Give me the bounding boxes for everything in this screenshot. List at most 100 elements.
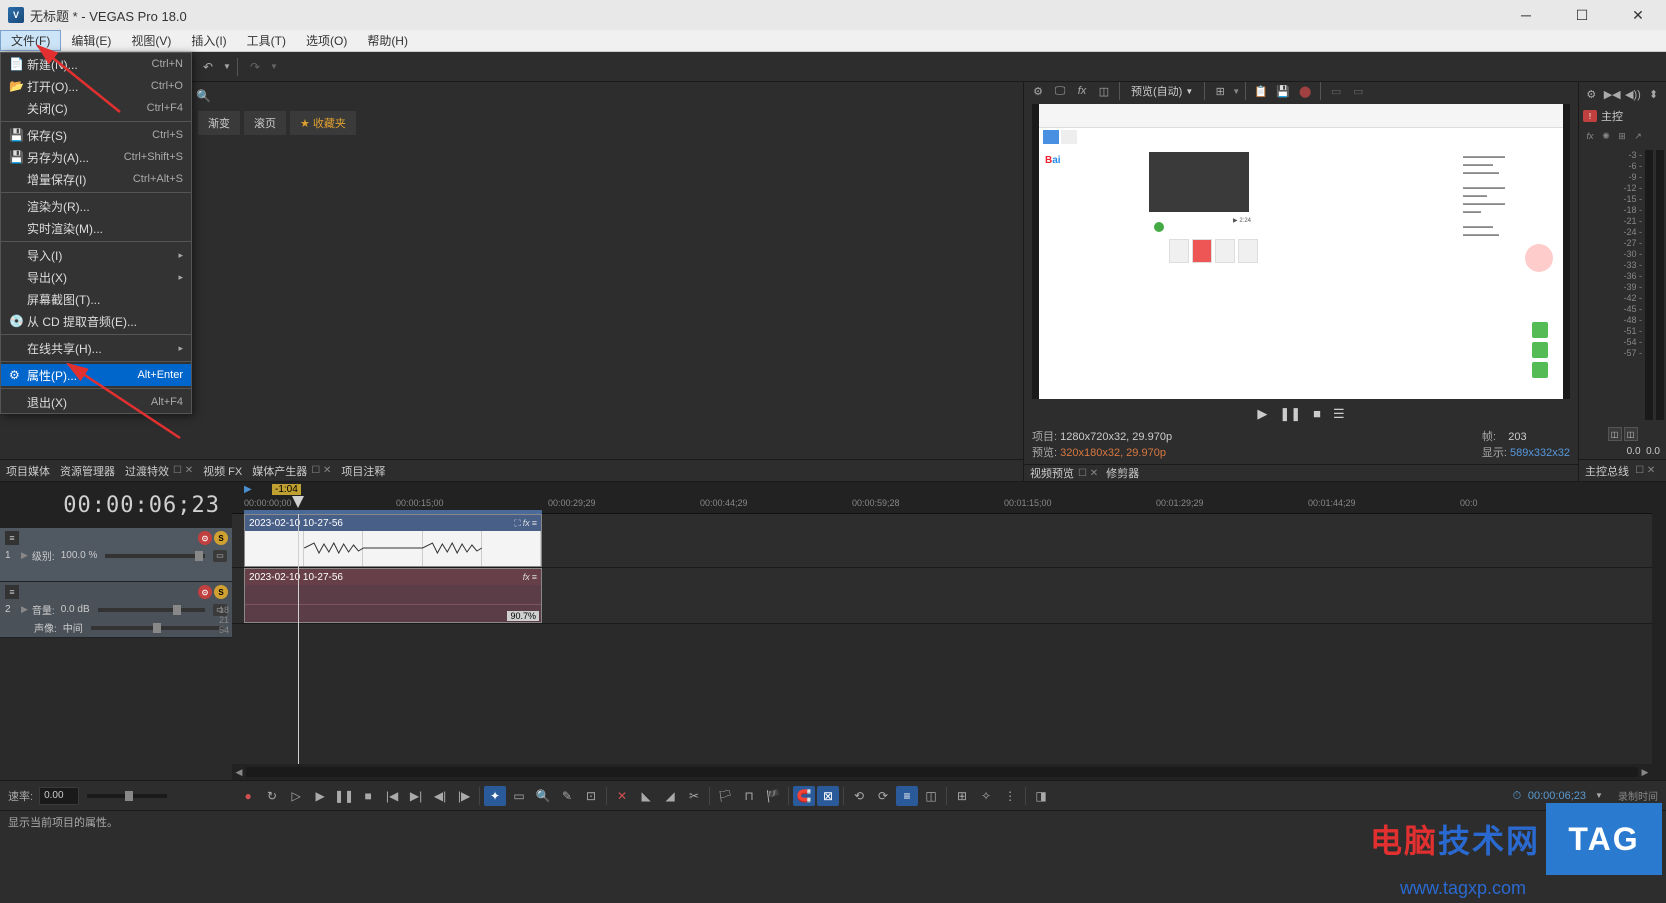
- marker-label[interactable]: -1:04: [272, 484, 301, 495]
- ungroup-button[interactable]: ✧: [975, 786, 997, 806]
- master-ch2[interactable]: ◫: [1624, 427, 1638, 441]
- menu-item-i[interactable]: 导入(I)▸: [1, 244, 191, 266]
- menu-file[interactable]: 文件(F): [0, 30, 61, 51]
- master-gear-icon[interactable]: ✺: [1599, 129, 1613, 143]
- menu-item-n[interactable]: 📄新建(N)...Ctrl+N: [1, 53, 191, 75]
- scroll-left-icon[interactable]: ◀: [232, 765, 246, 779]
- trim-end-button[interactable]: ◢: [659, 786, 681, 806]
- menu-insert[interactable]: 插入(I): [181, 30, 236, 51]
- trim-start-button[interactable]: ◣: [635, 786, 657, 806]
- track-solo-icon[interactable]: S: [214, 585, 228, 599]
- stop-button[interactable]: ■: [357, 786, 379, 806]
- video-track-header[interactable]: ⊙ S ≡ 1 ▶ 级别: 100.0 % ▭: [0, 528, 232, 582]
- video-clip[interactable]: 2023-02-10 10-27-56 ⛶ fx ≡: [244, 514, 542, 567]
- preview-stop-button[interactable]: ■: [1313, 406, 1321, 421]
- preview-pause-button[interactable]: ❚❚: [1279, 406, 1301, 422]
- tab-video-fx[interactable]: 视频 FX: [203, 463, 242, 479]
- close-icon[interactable]: ☐ ✕: [1635, 465, 1655, 476]
- play-start-button[interactable]: ▷: [285, 786, 307, 806]
- playhead-line[interactable]: [298, 514, 299, 764]
- record-button[interactable]: ●: [237, 786, 259, 806]
- preview-copy-icon[interactable]: 📋: [1251, 82, 1271, 100]
- preview-settings-icon[interactable]: ⚙: [1028, 82, 1048, 100]
- menu-item-x[interactable]: 退出(X)Alt+F4: [1, 391, 191, 413]
- master-link-icon[interactable]: ⊞: [1615, 129, 1629, 143]
- tab-gradient[interactable]: 渐变: [198, 111, 240, 135]
- track-rec-icon[interactable]: ⊙: [198, 531, 212, 545]
- menu-item-r[interactable]: 渲染为(R)...: [1, 195, 191, 217]
- preview-layout2-icon[interactable]: ▭: [1348, 82, 1368, 100]
- preview-rec-icon[interactable]: ⬤: [1295, 82, 1315, 100]
- ignore-grouping-button[interactable]: ◫: [920, 786, 942, 806]
- selection-button[interactable]: ▭: [508, 786, 530, 806]
- clip-fx-icon[interactable]: fx: [523, 518, 530, 529]
- group-button[interactable]: ⊞: [951, 786, 973, 806]
- envelope-button[interactable]: ✎: [556, 786, 578, 806]
- clip-fx-icon[interactable]: fx: [523, 572, 530, 582]
- auto-ripple-button[interactable]: ⟲: [848, 786, 870, 806]
- track-view-icon[interactable]: ▭: [213, 550, 227, 562]
- menu-item-o[interactable]: 📂打开(O)...Ctrl+O: [1, 75, 191, 97]
- snap-button[interactable]: 🧲: [793, 786, 815, 806]
- maximize-button[interactable]: ☐: [1562, 5, 1602, 25]
- tab-explorer[interactable]: 资源管理器: [60, 463, 115, 479]
- next-frame-button[interactable]: |▶: [453, 786, 475, 806]
- preview-fx-icon[interactable]: fx: [1072, 82, 1092, 100]
- preview-menu-button[interactable]: ☰: [1333, 406, 1345, 422]
- master-bottom-tab[interactable]: 主控总线 ☐ ✕: [1579, 459, 1666, 481]
- scrub-button[interactable]: ⊡: [580, 786, 602, 806]
- tab-page-roll[interactable]: 滚页: [244, 111, 286, 135]
- play-button[interactable]: ▶: [309, 786, 331, 806]
- rate-input[interactable]: [39, 787, 79, 805]
- pause-button[interactable]: ❚❚: [333, 786, 355, 806]
- go-end-button[interactable]: ▶|: [405, 786, 427, 806]
- menu-item-c[interactable]: 关闭(C)Ctrl+F4: [1, 97, 191, 119]
- menu-item-t[interactable]: 屏幕截图(T)...: [1, 288, 191, 310]
- marker-button[interactable]: 🏳: [714, 786, 736, 806]
- menu-help[interactable]: 帮助(H): [357, 30, 418, 51]
- close-icon[interactable]: ☐ ✕: [311, 465, 331, 476]
- menu-item-m[interactable]: 实时渲染(M)...: [1, 217, 191, 239]
- menu-item-p[interactable]: ⚙属性(P)...Alt+Enter: [1, 364, 191, 386]
- audio-clip[interactable]: 2023-02-10 10-27-56 fx ≡ 90.7%: [244, 568, 542, 623]
- clip-crop-icon[interactable]: ⛶: [514, 518, 520, 529]
- tab-transitions[interactable]: 过渡特效 ☐ ✕: [125, 463, 193, 479]
- preview-grid-icon[interactable]: ⊞: [1210, 82, 1230, 100]
- prev-frame-button[interactable]: ◀|: [429, 786, 451, 806]
- track-solo-icon[interactable]: S: [214, 531, 228, 545]
- audio-track-lane[interactable]: 2023-02-10 10-27-56 fx ≡ 90.7%: [232, 568, 1652, 624]
- close-icon[interactable]: ☐ ✕: [173, 465, 193, 476]
- ruler-markers[interactable]: ▶ -1:04: [232, 482, 1652, 496]
- preview-external-icon[interactable]: 🖵: [1050, 82, 1070, 100]
- audio-track-header[interactable]: ⊙ S ≡ 2 ▶ 音量: 0.0 dB ▭ 声像: 中间: [0, 582, 232, 638]
- tab-project-media[interactable]: 项目媒体: [6, 463, 50, 479]
- tab-favorites[interactable]: ★收藏夹: [290, 111, 356, 135]
- undo-button[interactable]: ↶: [196, 56, 220, 78]
- level-slider[interactable]: [105, 554, 205, 558]
- menu-item-cde[interactable]: 💿从 CD 提取音频(E)...: [1, 310, 191, 332]
- menu-item-s[interactable]: 💾保存(S)Ctrl+S: [1, 124, 191, 146]
- split-button[interactable]: ✂: [683, 786, 705, 806]
- quantize-button[interactable]: ⊠: [817, 786, 839, 806]
- timeline-scrollbar[interactable]: ◀ ▶: [232, 764, 1652, 780]
- more-button[interactable]: ⋮: [999, 786, 1021, 806]
- video-track-lane[interactable]: 2023-02-10 10-27-56 ⛶ fx ≡: [232, 514, 1652, 568]
- menu-item-h[interactable]: 在线共享(H)...▸: [1, 337, 191, 359]
- redo-dropdown[interactable]: ▼: [269, 56, 279, 78]
- loop-button[interactable]: ↻: [261, 786, 283, 806]
- timeline-vscroll[interactable]: [1652, 482, 1666, 780]
- minimize-button[interactable]: ─: [1506, 5, 1546, 25]
- menu-options[interactable]: 选项(O): [296, 30, 357, 51]
- tab-video-preview[interactable]: 视频预览 ☐ ✕: [1030, 465, 1098, 481]
- tracks-area[interactable]: 2023-02-10 10-27-56 ⛶ fx ≡: [232, 514, 1652, 764]
- playhead-marker[interactable]: [292, 496, 304, 508]
- go-start-button[interactable]: |◀: [381, 786, 403, 806]
- master-dim-icon[interactable]: ⬍: [1645, 85, 1662, 103]
- preview-play-button[interactable]: ▶: [1257, 406, 1267, 422]
- tab-media-generators[interactable]: 媒体产生器 ☐ ✕: [252, 463, 331, 479]
- undo-dropdown[interactable]: ▼: [222, 56, 232, 78]
- extra-button[interactable]: ◨: [1030, 786, 1052, 806]
- menu-item-x[interactable]: 导出(X)▸: [1, 266, 191, 288]
- track-expand-button[interactable]: ≡: [5, 531, 19, 545]
- clip-menu-icon[interactable]: ≡: [532, 572, 537, 582]
